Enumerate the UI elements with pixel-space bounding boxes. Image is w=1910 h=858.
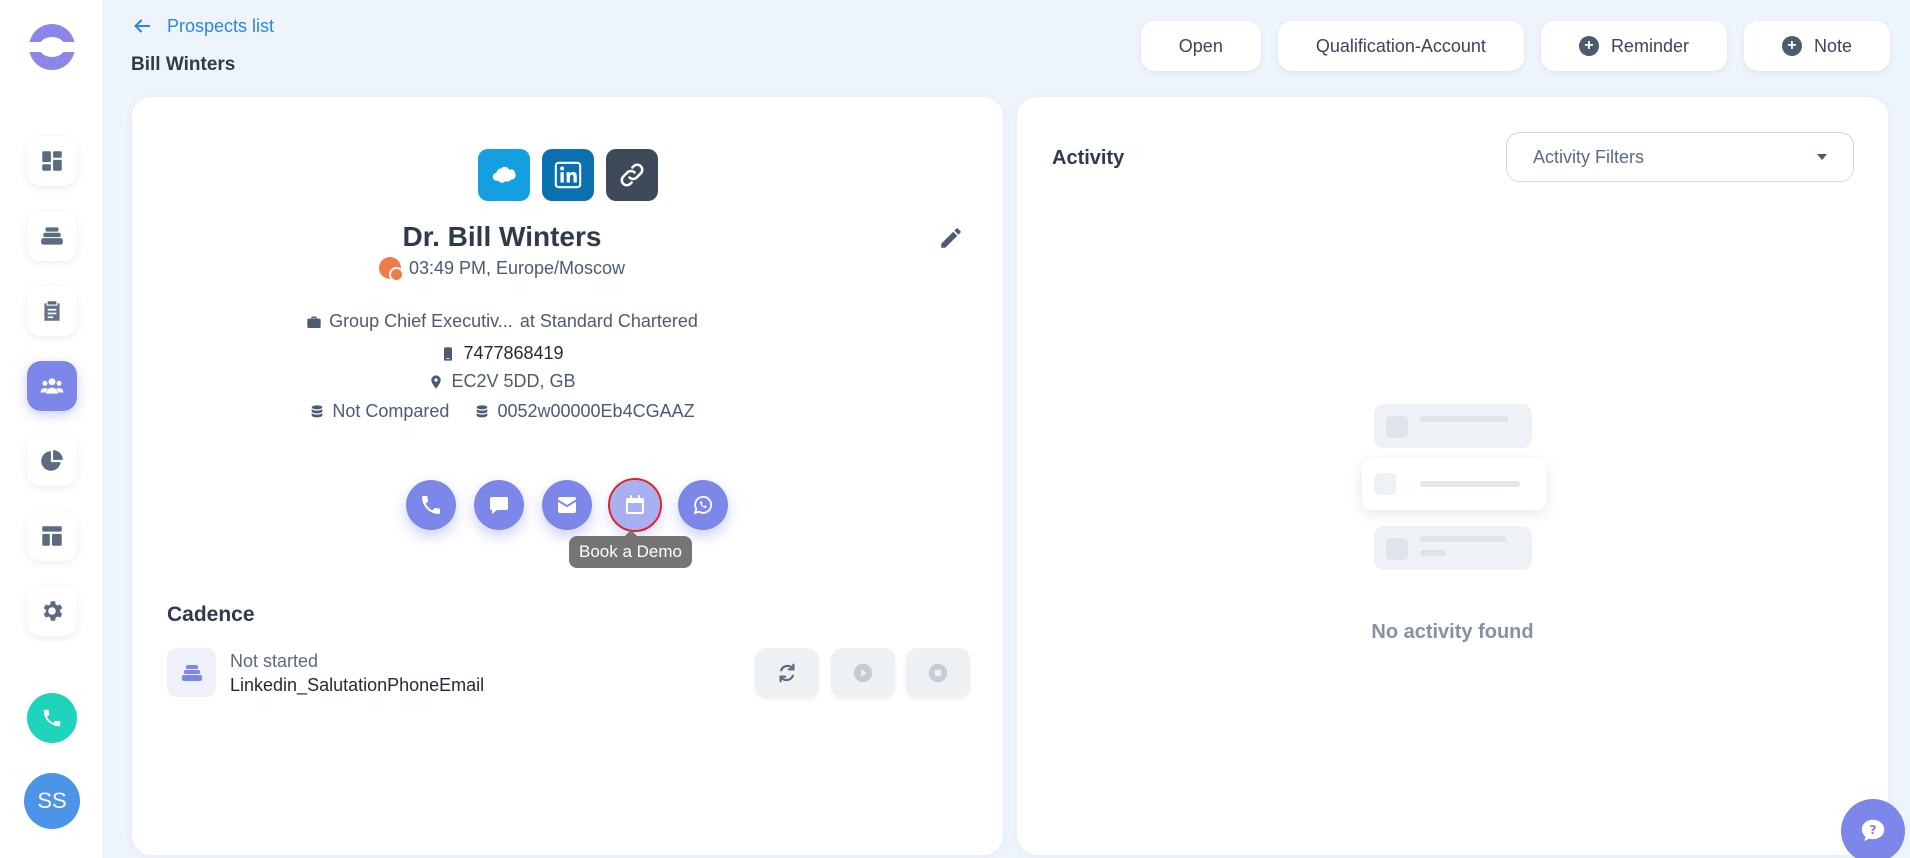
- salesforce-cloud-icon: [492, 166, 516, 183]
- change-cadence-button[interactable]: [755, 648, 819, 698]
- layers-icon: [41, 227, 63, 245]
- phone-number[interactable]: 7477868419: [463, 343, 563, 364]
- activity-filters-label: Activity Filters: [1533, 146, 1645, 167]
- local-time-value: 03:49 PM, Europe/Moscow: [408, 257, 626, 278]
- job-title-line: Group Chief Executiv... at Standard Char…: [132, 311, 872, 332]
- crm-line: Not Compared 0052w00000Eb4CGAAZ: [132, 401, 872, 422]
- activity-panel: Activity Activity Filters No activity fo…: [1017, 97, 1888, 855]
- app-logo[interactable]: [27, 24, 77, 70]
- back-to-prospects-link[interactable]: Prospects list: [131, 15, 274, 37]
- add-reminder-button[interactable]: + Reminder: [1540, 21, 1727, 71]
- plus-circle-icon: +: [1578, 36, 1599, 56]
- open-status-label: Open: [1178, 35, 1223, 56]
- page-title: Bill Winters: [131, 54, 236, 75]
- job-title: Group Chief Executiv...: [329, 311, 513, 331]
- refresh-icon: [779, 663, 795, 683]
- qualification-stage-label: Qualification-Account: [1315, 35, 1486, 56]
- layout-icon: [42, 526, 62, 546]
- plus-circle-icon: +: [1781, 36, 1802, 56]
- sms-button[interactable]: [474, 480, 524, 530]
- skeleton-card: [1362, 458, 1546, 510]
- sidebar-item-dashboard[interactable]: [27, 136, 77, 186]
- mobile-phone-icon: [444, 346, 453, 361]
- link-icon: [620, 163, 643, 187]
- crm-id: 0052w00000Eb4CGAAZ: [497, 401, 695, 421]
- copy-link-button[interactable]: [605, 149, 658, 201]
- sidebar-item-settings[interactable]: [27, 586, 77, 636]
- sidebar-item-templates[interactable]: [27, 511, 77, 561]
- whatsapp-button[interactable]: [678, 480, 728, 530]
- prospect-name: Dr. Bill Winters: [402, 221, 602, 252]
- activity-title: Activity: [1052, 147, 1125, 169]
- social-links: [132, 149, 1003, 201]
- cadence-section-title: Cadence: [167, 603, 255, 626]
- database-icon: [312, 404, 323, 417]
- sidebar-item-prospects[interactable]: [27, 361, 77, 411]
- compare-status: Not Compared: [332, 401, 450, 421]
- linkedin-icon: [554, 161, 581, 189]
- grid-icon: [42, 151, 62, 171]
- local-time: 03:49 PM, Europe/Moscow: [132, 257, 872, 282]
- pie-chart-icon: [41, 450, 63, 471]
- book-demo-button[interactable]: [608, 478, 662, 532]
- book-demo-tooltip: Book a Demo: [569, 530, 692, 568]
- start-cadence-button[interactable]: [831, 648, 895, 698]
- skeleton-card: [1374, 404, 1532, 448]
- back-link-label: Prospects list: [167, 15, 275, 36]
- stop-circle-icon: [928, 663, 948, 683]
- user-avatar[interactable]: SS: [24, 773, 80, 829]
- whatsapp-icon: [693, 495, 713, 515]
- phone-line: 7477868419: [132, 343, 872, 364]
- phone-icon: [422, 496, 440, 514]
- arrow-left-icon: [134, 19, 151, 33]
- add-note-button[interactable]: + Note: [1743, 21, 1890, 71]
- play-circle-icon: [853, 663, 873, 683]
- help-chat-icon: ?: [1861, 819, 1885, 841]
- envelope-icon: [558, 497, 576, 513]
- cadence-status: Not started: [230, 651, 319, 671]
- add-note-label: Note: [1813, 35, 1852, 56]
- open-status-button[interactable]: Open: [1140, 21, 1261, 71]
- email-button[interactable]: [542, 480, 592, 530]
- chat-bubble-icon: [490, 497, 508, 514]
- clipboard-icon: [44, 301, 60, 321]
- help-chat-button[interactable]: ?: [1841, 799, 1905, 858]
- linkedin-link[interactable]: [541, 149, 594, 201]
- gear-icon: [43, 601, 63, 621]
- stop-cadence-button[interactable]: [906, 648, 970, 698]
- sidebar: SS: [0, 0, 102, 858]
- add-reminder-label: Reminder: [1610, 35, 1689, 56]
- call-button[interactable]: [406, 480, 456, 530]
- pencil-icon: [941, 228, 961, 248]
- users-icon: [40, 378, 64, 394]
- caret-down-icon: [1817, 154, 1827, 160]
- svg-text:?: ?: [1869, 822, 1876, 837]
- calendar-icon: [626, 495, 644, 514]
- prospect-profile-card: Dr. Bill Winters 03:49 PM, Europe/Moscow…: [132, 97, 1003, 855]
- qualification-stage-button[interactable]: Qualification-Account: [1277, 21, 1524, 71]
- empty-state-message: No activity found: [1371, 621, 1534, 643]
- contact-channels: [406, 478, 728, 532]
- map-pin-icon: [431, 374, 442, 389]
- salesforce-link[interactable]: [477, 149, 530, 201]
- location-line: EC2V 5DD, GB: [132, 371, 872, 392]
- sidebar-item-reports[interactable]: [27, 436, 77, 486]
- empty-state-illustration: [1362, 404, 1552, 570]
- cadence-layers-icon: [167, 648, 216, 697]
- skeleton-card: [1374, 526, 1532, 570]
- briefcase-icon: [307, 316, 321, 328]
- location: EC2V 5DD, GB: [451, 371, 576, 391]
- cadence-name[interactable]: Linkedin_SalutationPhoneEmail: [230, 675, 484, 696]
- sidebar-item-tasks[interactable]: [27, 286, 77, 336]
- header-actions: Open Qualification-Account + Reminder + …: [1140, 21, 1890, 71]
- edit-prospect-button[interactable]: [938, 225, 964, 251]
- company-name: at Standard Chartered: [519, 311, 698, 331]
- phone-icon: [43, 709, 61, 727]
- database-icon: [477, 404, 488, 417]
- activity-filters-dropdown[interactable]: Activity Filters: [1506, 132, 1854, 182]
- timezone-globe-icon: [378, 257, 404, 282]
- dialer-button[interactable]: [27, 693, 77, 743]
- sidebar-item-cadences[interactable]: [27, 211, 77, 261]
